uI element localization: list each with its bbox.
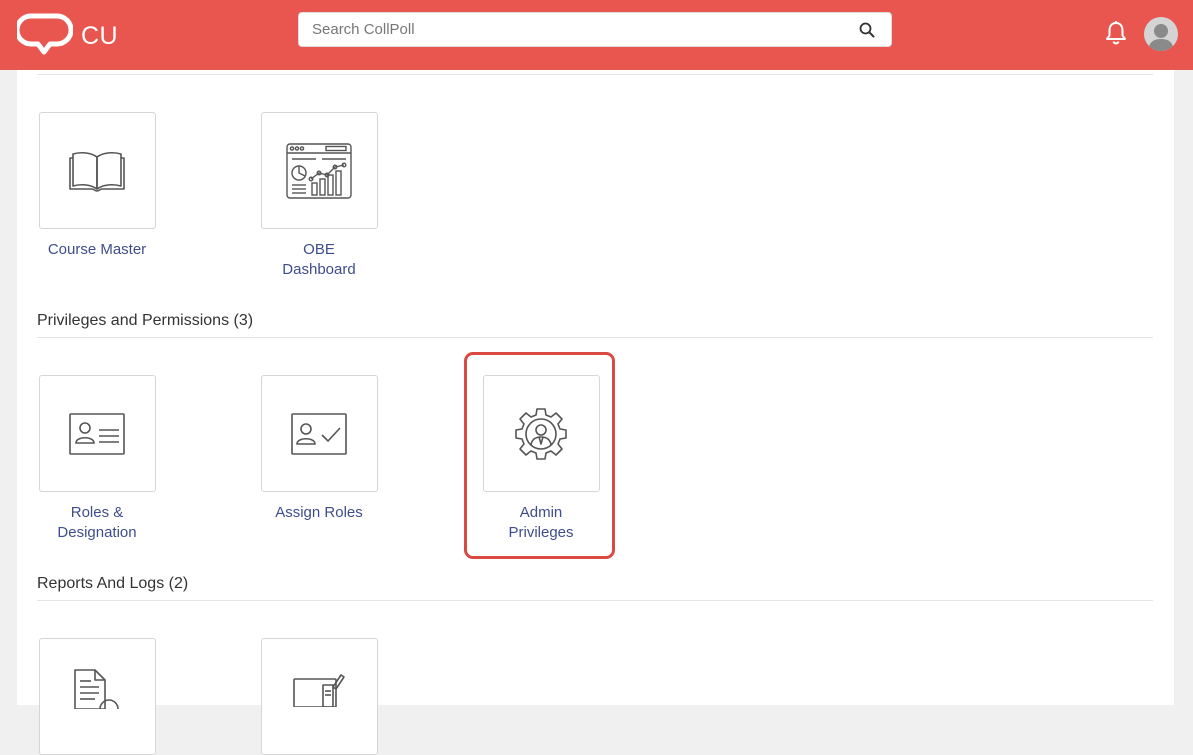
tile-label[interactable]: OBE Dashboard — [239, 240, 399, 280]
top-bar: CU — [0, 0, 1193, 70]
tile-report[interactable] — [17, 638, 177, 755]
bell-icon[interactable] — [1104, 20, 1128, 46]
tile-label[interactable]: Course Master — [17, 240, 177, 260]
tile-box[interactable] — [38, 638, 156, 755]
tile-box[interactable] — [260, 375, 378, 492]
app-logo[interactable]: CU — [17, 12, 118, 56]
dashboard-analytics-icon — [286, 142, 352, 199]
tile-label[interactable]: Assign Roles — [239, 503, 399, 523]
chat-bubble-logo-icon — [17, 13, 73, 55]
open-book-icon — [69, 151, 125, 192]
id-card-check-icon — [291, 412, 347, 455]
tile-roles-designation[interactable]: Roles & Designation — [17, 375, 177, 543]
tile-logs[interactable] — [239, 638, 399, 755]
search-icon[interactable] — [859, 22, 875, 38]
section-title-privileges: Privileges and Permissions (3) — [37, 312, 254, 329]
highlight-box — [464, 352, 615, 559]
divider — [37, 600, 1153, 601]
tile-box[interactable] — [38, 375, 156, 492]
main-panel: Course Master OBE Dashboard Privileges a… — [17, 70, 1174, 755]
monitor-pen-icon — [293, 674, 345, 707]
section-title-reports: Reports And Logs (2) — [37, 575, 189, 592]
tile-label[interactable]: Roles & Designation — [17, 503, 177, 543]
divider — [37, 74, 1153, 75]
tile-box[interactable] — [38, 112, 156, 229]
brand-name: CU — [81, 21, 119, 50]
tile-box[interactable] — [260, 638, 378, 755]
search-input[interactable] — [299, 13, 852, 46]
tile-box[interactable] — [260, 112, 378, 229]
user-avatar[interactable] — [1144, 17, 1178, 51]
tile-obe-dashboard[interactable]: OBE Dashboard — [239, 112, 399, 280]
tile-course-master[interactable]: Course Master — [17, 112, 177, 260]
tile-assign-roles[interactable]: Assign Roles — [239, 375, 399, 523]
document-icon — [74, 669, 119, 709]
id-card-icon — [69, 412, 125, 455]
divider — [37, 337, 1153, 338]
search-box[interactable] — [298, 12, 892, 47]
